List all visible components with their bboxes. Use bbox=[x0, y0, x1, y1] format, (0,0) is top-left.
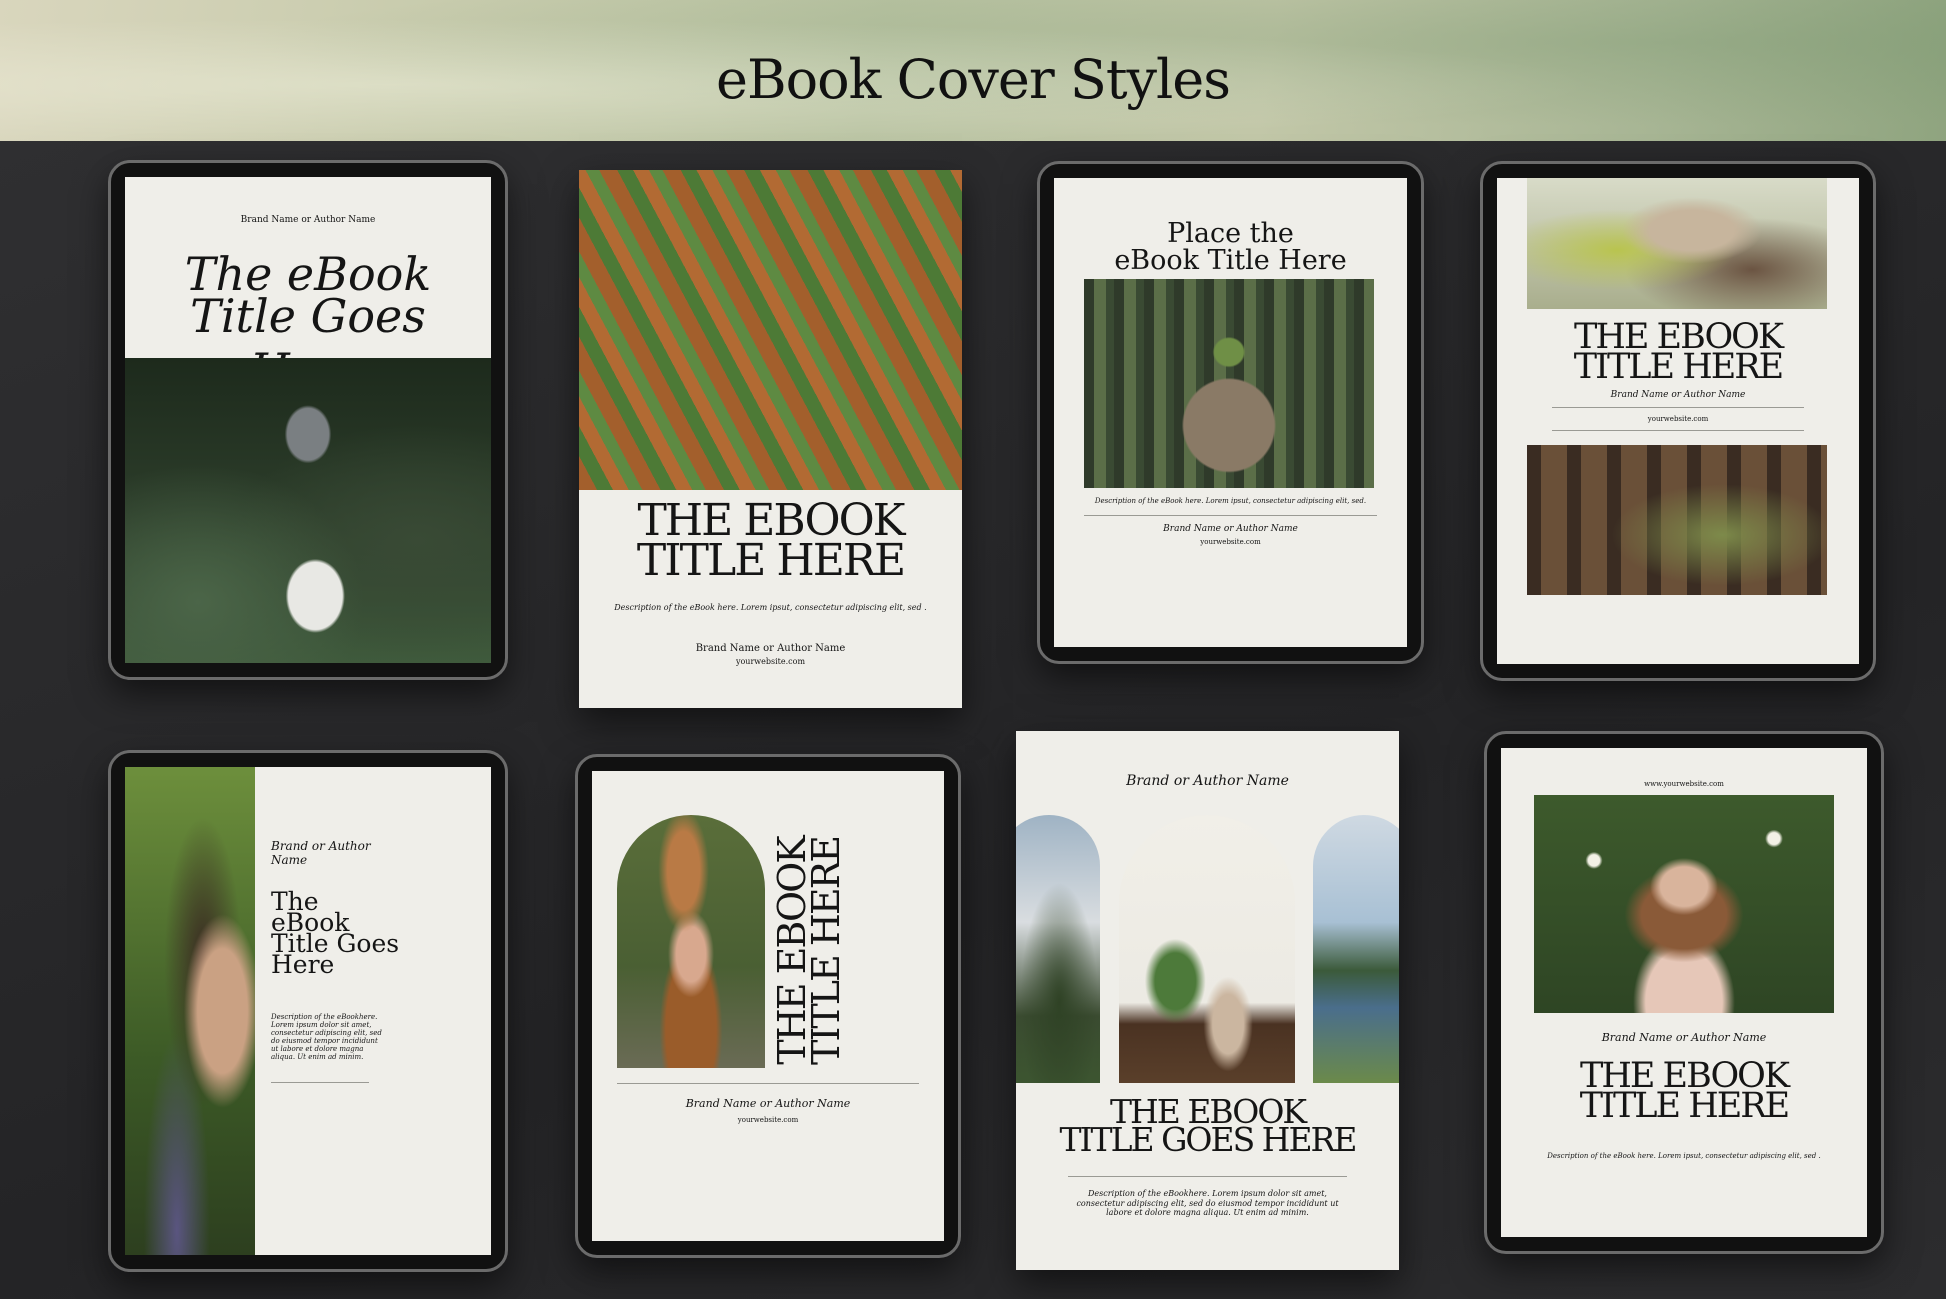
cover-2-brand: Brand Name or Author Name bbox=[695, 643, 846, 654]
cover-5-photo-woman-profile bbox=[125, 767, 255, 1255]
cover-3-screen: Place the eBook Title Here Description o… bbox=[1054, 178, 1407, 647]
cover-2-title-line-2: TITLE HERE bbox=[636, 535, 906, 586]
cover-8-screen: www.yourwebsite.com Brand Name or Author… bbox=[1501, 748, 1867, 1237]
paper-cover-7: Brand or Author Name THE EBOOK TITLE GOE… bbox=[1016, 731, 1399, 1270]
cover-6-website: yourwebsite.com bbox=[737, 1116, 799, 1124]
cover-3-brand: Brand Name or Author Name bbox=[1163, 524, 1298, 534]
cover-3-website: yourwebsite.com bbox=[1200, 538, 1261, 546]
cover-8-description: Description of the eBook here. Lorem ips… bbox=[1547, 1152, 1821, 1160]
cover-7-photo-center-arch-typewriter bbox=[1119, 815, 1295, 1083]
tablet-cover-3: Place the eBook Title Here Description o… bbox=[1037, 161, 1424, 664]
cover-8-brand: Brand Name or Author Name bbox=[1601, 1031, 1767, 1044]
tablet-cover-8: www.yourwebsite.com Brand Name or Author… bbox=[1484, 731, 1884, 1254]
cover-8-photo-woman-flowers bbox=[1534, 795, 1834, 1013]
cover-6-screen: THE EBOOK TITLE HERE Brand Name or Autho… bbox=[592, 771, 944, 1241]
tablet-cover-5: Brand or Author Name The eBook Title Goe… bbox=[108, 750, 508, 1272]
cover-4-website: yourwebsite.com bbox=[1647, 415, 1709, 423]
cover-6-brand: Brand Name or Author Name bbox=[685, 1097, 851, 1110]
cover-7-photo-right-arch-lake bbox=[1313, 815, 1399, 1083]
cover-5-description: Description of the eBookhere. Lorem ipsu… bbox=[271, 1013, 382, 1062]
tablet-cover-6: THE EBOOK TITLE HERE Brand Name or Autho… bbox=[575, 754, 961, 1258]
cover-4-brand: Brand Name or Author Name bbox=[1610, 390, 1746, 400]
cover-3-description: Description of the eBook here. Lorem ips… bbox=[1094, 497, 1367, 505]
cover-2-website: yourwebsite.com bbox=[735, 657, 806, 666]
cover-4-divider-1 bbox=[1552, 407, 1804, 408]
cover-6-divider bbox=[617, 1083, 919, 1084]
cover-4-photo-bottom-plants bbox=[1527, 445, 1827, 595]
tablet-cover-1: Brand Name or Author Name The eBook Titl… bbox=[108, 160, 508, 680]
cover-1-screen: Brand Name or Author Name The eBook Titl… bbox=[125, 177, 491, 663]
cover-7-brand: Brand or Author Name bbox=[1126, 773, 1289, 789]
tablet-cover-4: THE EBOOK TITLE HERE Brand Name or Autho… bbox=[1480, 161, 1876, 681]
cover-5-divider bbox=[271, 1082, 369, 1083]
cover-3-divider bbox=[1084, 515, 1377, 516]
cover-5-screen: Brand or Author Name The eBook Title Goe… bbox=[125, 767, 491, 1255]
cover-4-title-line-2: TITLE HERE bbox=[1573, 347, 1784, 387]
cover-5-brand-line-2: Name bbox=[271, 853, 308, 867]
cover-5-brand-line-1: Brand or Author bbox=[271, 839, 371, 853]
paper-cover-2: THE EBOOK TITLE HERE Description of the … bbox=[579, 170, 962, 708]
cover-5-title-line-4: Here bbox=[271, 950, 335, 979]
cover-7-photo-left-arch-sky bbox=[1016, 815, 1100, 1083]
cover-3-photo-forest-fern bbox=[1084, 279, 1374, 488]
cover-4-photo-top-woman-blur bbox=[1527, 178, 1827, 309]
cover-1-brand: Brand Name or Author Name bbox=[240, 215, 376, 225]
cover-7-divider bbox=[1068, 1176, 1347, 1177]
cover-7-title-line-2: TITLE GOES HERE bbox=[1059, 1120, 1358, 1159]
cover-6-photo-arch-woman bbox=[617, 815, 765, 1068]
cover-8-title-line-2: TITLE HERE bbox=[1579, 1086, 1790, 1126]
cover-2-photo-aerial-orchard bbox=[579, 170, 962, 490]
cover-4-screen: THE EBOOK TITLE HERE Brand Name or Autho… bbox=[1497, 178, 1859, 664]
page-title: eBook Cover Styles bbox=[716, 48, 1231, 111]
cover-4-divider-2 bbox=[1552, 430, 1804, 431]
cover-6-title-line-2: TITLE HERE bbox=[803, 837, 848, 1065]
cover-7-description: Description of the eBookhere. Lorem ipsu… bbox=[1076, 1189, 1339, 1218]
cover-2-description: Description of the eBook here. Lorem ips… bbox=[614, 603, 927, 612]
cover-1-photo-woman-in-leaves bbox=[125, 358, 491, 663]
cover-8-website: www.yourwebsite.com bbox=[1644, 780, 1724, 788]
cover-3-title-line-2: eBook Title Here bbox=[1114, 245, 1347, 276]
